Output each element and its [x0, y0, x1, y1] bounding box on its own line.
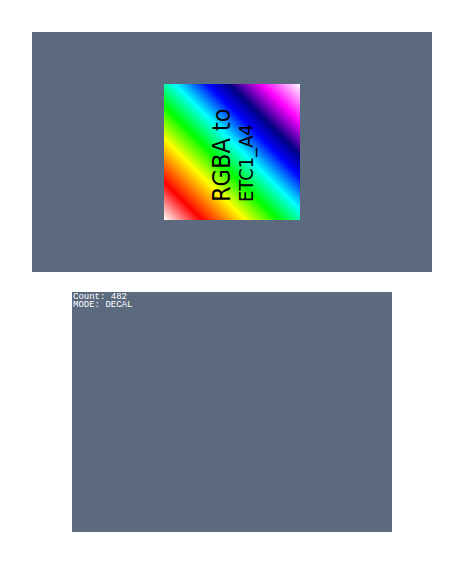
texture-text: ETC1_A4 [235, 124, 257, 202]
texture: RGBA toETC1_A4 [164, 84, 300, 220]
texture-text: RGBA to [208, 108, 235, 202]
debug-line: Count: 482 [73, 293, 127, 301]
top-screen: RGBA toETC1_A4 [32, 32, 432, 272]
debug-line: MODE: DECAL [73, 301, 132, 309]
bottom-screen[interactable]: Count: 482MODE: DECAL [72, 292, 392, 532]
